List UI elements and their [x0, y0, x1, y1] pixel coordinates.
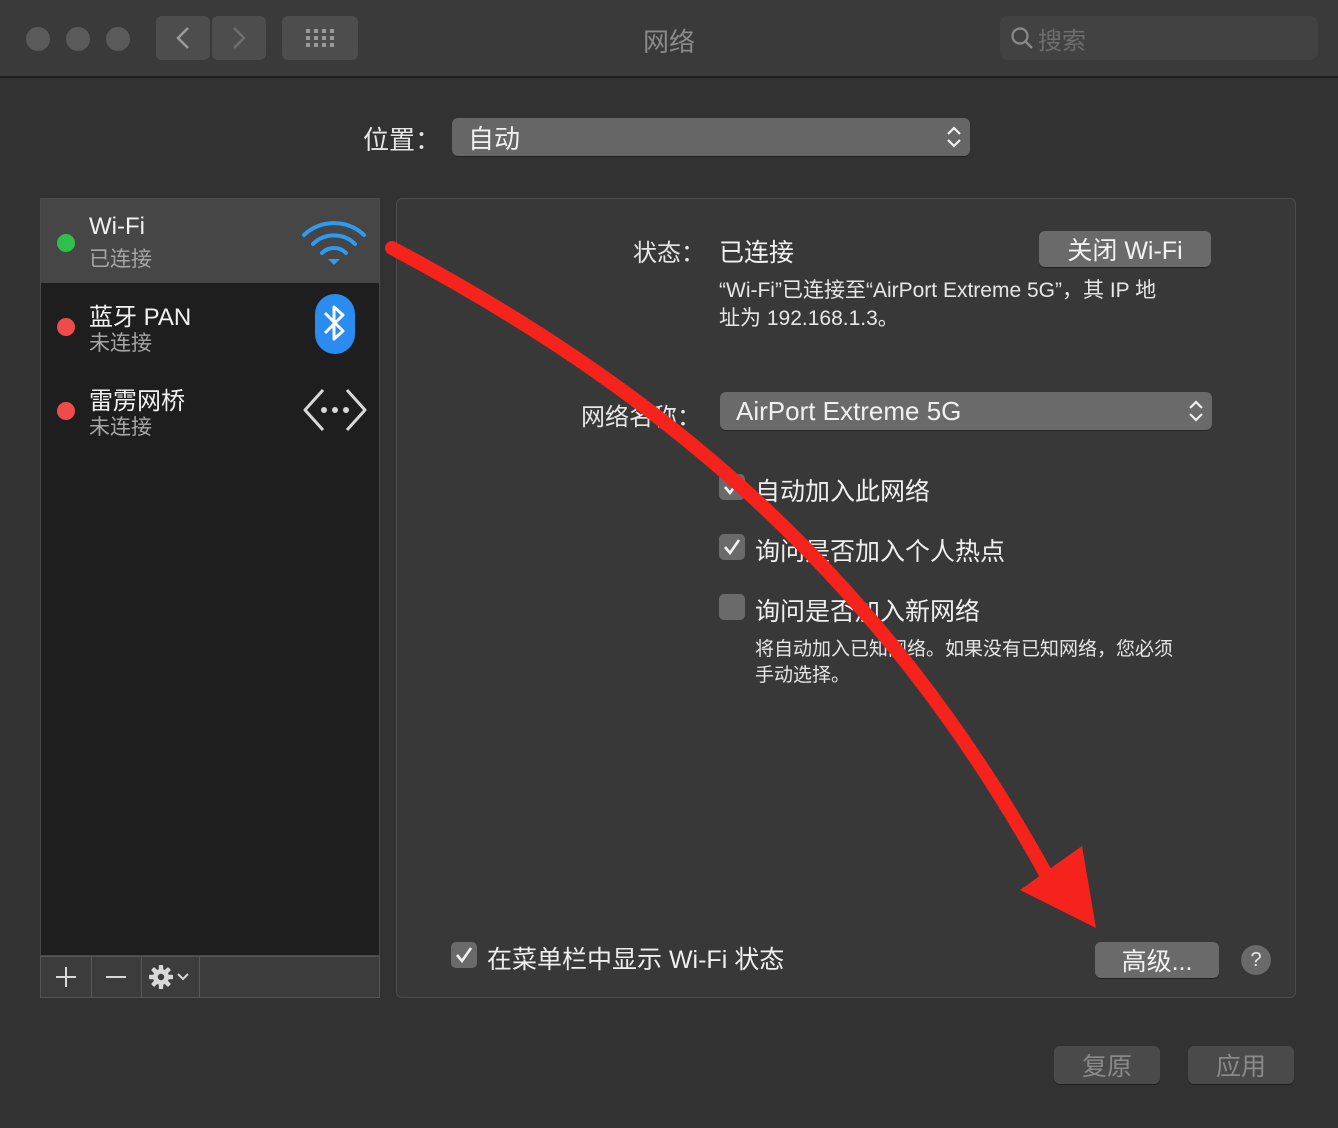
revert-button[interactable]: 复原	[1054, 1046, 1160, 1084]
location-popup[interactable]: 自动	[452, 118, 970, 156]
network-name-value: AirPort Extreme 5G	[736, 395, 962, 426]
ask-hotspot-checkbox[interactable]	[719, 534, 745, 560]
advanced-button[interactable]: 高级...	[1095, 942, 1219, 978]
service-status: 已连接	[89, 248, 152, 271]
service-item-bluetooth-pan[interactable]: 蓝牙 PAN 未连接	[41, 283, 379, 367]
search-icon	[1011, 27, 1033, 49]
network-name-popup[interactable]: AirPort Extreme 5G	[720, 392, 1212, 430]
status-dot-green	[57, 234, 75, 252]
show-in-menubar-label: 在菜单栏中显示 Wi-Fi 状态	[487, 946, 785, 974]
plus-icon	[56, 967, 76, 987]
action-menu-button[interactable]	[141, 957, 200, 997]
service-list-toolbar	[40, 956, 380, 998]
auto-join-checkbox[interactable]	[719, 474, 745, 500]
title-bar: 网络 搜索	[0, 0, 1338, 78]
search-placeholder: 搜索	[1038, 27, 1086, 55]
location-value: 自动	[468, 123, 521, 154]
detail-panel: 状态： 已连接 关闭 Wi-Fi “Wi-Fi”已连接至“AirPort Ext…	[396, 198, 1296, 998]
status-dot-red	[57, 402, 75, 420]
wifi-icon	[302, 221, 366, 265]
ask-new-network-label: 询问是否加入新网络	[755, 598, 981, 626]
updown-arrows-icon	[947, 126, 961, 148]
help-button[interactable]: ?	[1241, 945, 1271, 975]
ask-new-network-checkbox[interactable]	[719, 594, 745, 620]
apply-button[interactable]: 应用	[1188, 1046, 1294, 1084]
gear-icon	[149, 965, 189, 989]
checkmark-icon	[456, 947, 473, 964]
turn-off-wifi-button[interactable]: 关闭 Wi-Fi	[1039, 231, 1211, 267]
status-dot-red	[57, 318, 75, 336]
ask-hotspot-label: 询问是否加入个人热点	[755, 538, 1006, 566]
status-label: 状态：	[633, 240, 705, 267]
service-item-wifi[interactable]: Wi-Fi 已连接	[41, 199, 379, 283]
checkmark-icon	[724, 479, 741, 496]
network-name-label: 网络名称：	[581, 404, 701, 431]
auto-join-label: 自动加入此网络	[755, 478, 931, 506]
checkmark-icon	[724, 539, 741, 556]
add-service-button[interactable]	[41, 957, 92, 997]
service-item-thunderbolt-bridge[interactable]: 雷雳网桥 未连接	[41, 367, 379, 451]
service-list: Wi-Fi 已连接 蓝牙 PAN 未连接 雷雳网桥 未连接	[40, 198, 380, 956]
service-status: 未连接	[89, 332, 152, 355]
service-name: Wi-Fi	[89, 213, 145, 240]
status-description-line1: “Wi-Fi”已连接至“AirPort Extreme 5G”，其 IP 地	[719, 279, 1157, 302]
search-field[interactable]: 搜索	[1000, 16, 1318, 60]
location-label: 位置：	[363, 125, 442, 155]
ask-new-network-note-line2: 手动选择。	[755, 665, 851, 686]
minus-icon	[106, 976, 126, 978]
show-in-menubar-checkbox[interactable]	[451, 942, 477, 968]
service-status: 未连接	[89, 416, 152, 439]
thunderbolt-bridge-icon	[303, 388, 367, 432]
updown-arrows-icon	[1189, 400, 1203, 422]
status-value: 已连接	[719, 239, 795, 267]
status-description-line2: 址为 192.168.1.3。	[719, 307, 899, 330]
ask-new-network-note-line1: 将自动加入已知网络。如果没有已知网络，您必须	[755, 639, 1174, 660]
remove-service-button[interactable]	[91, 957, 142, 997]
bluetooth-icon	[315, 294, 355, 354]
